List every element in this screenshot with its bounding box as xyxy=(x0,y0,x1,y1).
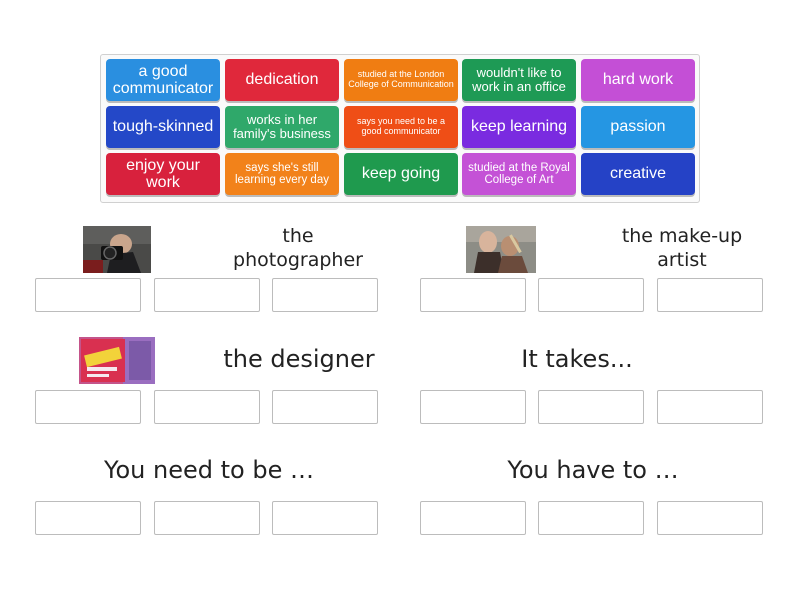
drop-slot[interactable] xyxy=(35,501,141,535)
tile-keep-going[interactable]: keep going xyxy=(344,153,458,195)
drop-slot[interactable] xyxy=(272,390,378,424)
drop-slot[interactable] xyxy=(35,390,141,424)
drop-slot[interactable] xyxy=(154,501,260,535)
tile-enjoy-your-work[interactable]: enjoy your work xyxy=(106,153,220,195)
tile-works-family-business[interactable]: works in her family's business xyxy=(225,106,339,148)
tile-dedication[interactable]: dedication xyxy=(225,59,339,101)
tile-passion[interactable]: passion xyxy=(581,106,695,148)
designer-book-cover xyxy=(79,337,155,384)
drop-slot[interactable] xyxy=(272,501,378,535)
tile-hard-work[interactable]: hard work xyxy=(581,59,695,101)
drop-slot[interactable] xyxy=(657,278,763,312)
drop-slot[interactable] xyxy=(272,278,378,312)
drop-slot[interactable] xyxy=(657,390,763,424)
photographer-photo xyxy=(83,226,151,273)
drop-slot[interactable] xyxy=(35,278,141,312)
drop-slot[interactable] xyxy=(154,390,260,424)
group-heading-photographer: the photographer xyxy=(233,225,363,271)
drop-slot[interactable] xyxy=(538,501,644,535)
group-heading-designer: the designer xyxy=(223,345,375,373)
drop-slot[interactable] xyxy=(657,501,763,535)
word-bank: a good communicator dedication studied a… xyxy=(100,54,700,203)
group-heading-you-have-to: You have to … xyxy=(507,456,679,484)
drop-slot[interactable] xyxy=(420,390,526,424)
tile-tough-skinned[interactable]: tough-skinned xyxy=(106,106,220,148)
drop-slot[interactable] xyxy=(154,278,260,312)
tile-studied-london-college[interactable]: studied at the London College of Communi… xyxy=(344,59,458,101)
tile-creative[interactable]: creative xyxy=(581,153,695,195)
drop-slot[interactable] xyxy=(420,501,526,535)
tile-a-good-communicator[interactable]: a good communicator xyxy=(106,59,220,101)
drop-slot[interactable] xyxy=(420,278,526,312)
tile-keep-learning[interactable]: keep learning xyxy=(462,106,576,148)
drop-slot[interactable] xyxy=(538,278,644,312)
drop-slot[interactable] xyxy=(538,390,644,424)
tile-wouldnt-like-office[interactable]: wouldn't like to work in an office xyxy=(462,59,576,101)
group-heading-it-takes: It takes... xyxy=(521,345,633,373)
tile-studied-royal-college[interactable]: studied at the Royal College of Art xyxy=(462,153,576,195)
group-heading-you-need-to-be: You need to be … xyxy=(104,456,314,484)
tile-still-learning[interactable]: says she's still learning every day xyxy=(225,153,339,195)
make-up-artist-photo xyxy=(466,226,536,273)
group-heading-make-up-artist: the make-up artist xyxy=(621,225,743,271)
tile-says-good-communicator[interactable]: says you need to be a good communicator xyxy=(344,106,458,148)
